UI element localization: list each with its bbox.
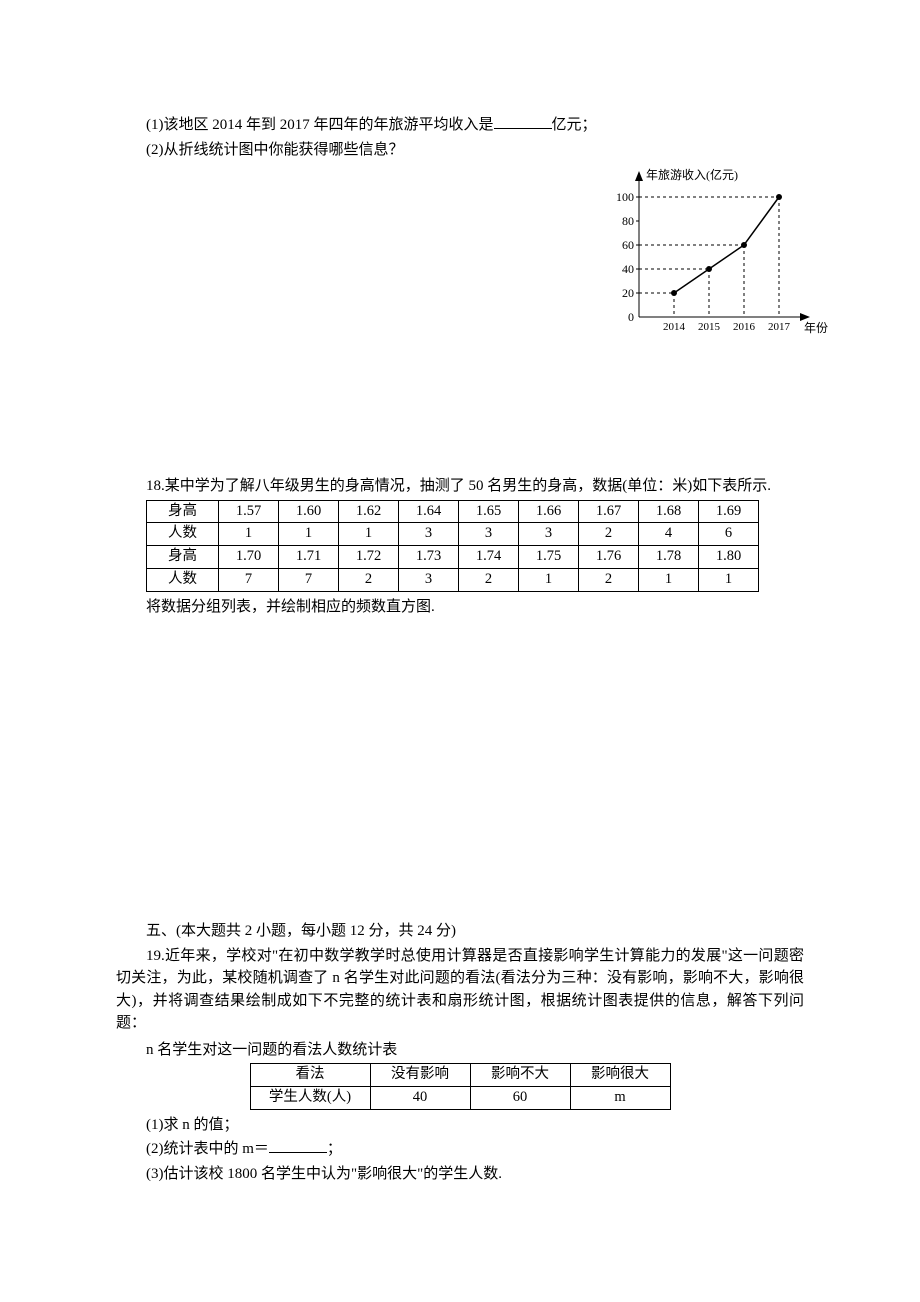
q19-intro: 19.近年来，学校对"在初中数学教学时总使用计算器是否直接影响学生计算能力的发展… <box>116 945 804 1035</box>
q17-chart: 年旅游收入(亿元) 年份 0 20 40 60 80 100 2014 2015… <box>604 167 834 347</box>
ytick-40: 40 <box>622 262 634 276</box>
q18-after: 将数据分组列表，并绘制相应的频数直方图. <box>116 596 804 619</box>
cell: 1.60 <box>279 500 339 523</box>
y-axis-label: 年旅游收入(亿元) <box>646 167 738 182</box>
q17-part1: (1)该地区 2014 年到 2017 年四年的年旅游平均收入是 亿元； <box>116 114 804 137</box>
table-row: 看法 没有影响 影响不大 影响很大 <box>250 1064 670 1087</box>
table-row: 人数 7 7 2 3 2 1 2 1 1 <box>147 568 759 591</box>
cell-lbl: 人数 <box>147 523 219 546</box>
table-row: 身高 1.57 1.60 1.62 1.64 1.65 1.66 1.67 1.… <box>147 500 759 523</box>
q19-blank <box>269 1138 327 1153</box>
cell: 1.72 <box>339 546 399 569</box>
cell: 1.69 <box>699 500 759 523</box>
cell: 1.78 <box>639 546 699 569</box>
q19-table: 看法 没有影响 影响不大 影响很大 学生人数(人) 40 60 m <box>250 1063 671 1110</box>
cell: 2 <box>579 523 639 546</box>
q17-part2: (2)从折线统计图中你能获得哪些信息？ <box>116 139 804 162</box>
cell: 7 <box>219 568 279 591</box>
cell: 7 <box>279 568 339 591</box>
section5-heading: 五、(本大题共 2 小题，每小题 12 分，共 24 分) <box>116 920 804 943</box>
cell: 3 <box>519 523 579 546</box>
cell: 没有影响 <box>370 1064 470 1087</box>
cell: 2 <box>459 568 519 591</box>
cell: 1 <box>639 568 699 591</box>
cell: 1.75 <box>519 546 579 569</box>
cell: 影响不大 <box>470 1064 570 1087</box>
cell: 1 <box>699 568 759 591</box>
cell: 1 <box>519 568 579 591</box>
q18-table: 身高 1.57 1.60 1.62 1.64 1.65 1.66 1.67 1.… <box>146 500 759 592</box>
cell: 3 <box>459 523 519 546</box>
cell-lbl: 身高 <box>147 546 219 569</box>
cell: 3 <box>399 523 459 546</box>
cell: 1.67 <box>579 500 639 523</box>
table-row: 人数 1 1 1 3 3 3 2 4 6 <box>147 523 759 546</box>
cell: 1.80 <box>699 546 759 569</box>
xtick-2015: 2015 <box>698 321 721 333</box>
q19-sub3: (3)估计该校 1800 名学生中认为"影响很大"的学生人数. <box>116 1163 804 1186</box>
cell-lbl: 身高 <box>147 500 219 523</box>
q19-table-title: n 名学生对这一问题的看法人数统计表 <box>116 1039 804 1062</box>
cell-lbl: 人数 <box>147 568 219 591</box>
cell: 1.57 <box>219 500 279 523</box>
cell: 3 <box>399 568 459 591</box>
ytick-80: 80 <box>622 214 634 228</box>
cell: 1.73 <box>399 546 459 569</box>
cell: 1.65 <box>459 500 519 523</box>
cell: 1.70 <box>219 546 279 569</box>
cell: 2 <box>579 568 639 591</box>
q17-blank <box>494 114 552 129</box>
q19-sub2: (2)统计表中的 m＝ ； <box>116 1138 804 1161</box>
cell: 1.66 <box>519 500 579 523</box>
q17-p1b: 亿元； <box>552 117 597 133</box>
x-axis-label: 年份 <box>804 321 828 335</box>
cell: 1 <box>279 523 339 546</box>
q19-q2b: ； <box>327 1141 342 1157</box>
xtick-2016: 2016 <box>733 321 756 333</box>
cell: 1.64 <box>399 500 459 523</box>
cell: 影响很大 <box>570 1064 670 1087</box>
q17-p1a: (1)该地区 2014 年到 2017 年四年的年旅游平均收入是 <box>146 117 494 133</box>
cell: 1.74 <box>459 546 519 569</box>
cell: 1 <box>339 523 399 546</box>
xtick-2017: 2017 <box>768 321 791 333</box>
cell: 2 <box>339 568 399 591</box>
cell: 4 <box>639 523 699 546</box>
cell: 学生人数(人) <box>250 1086 370 1109</box>
cell: 40 <box>370 1086 470 1109</box>
line-chart-svg: 年旅游收入(亿元) 年份 0 20 40 60 80 100 2014 2015… <box>604 167 834 347</box>
ytick-60: 60 <box>622 238 634 252</box>
cell: 1.62 <box>339 500 399 523</box>
cell: 看法 <box>250 1064 370 1087</box>
cell: 6 <box>699 523 759 546</box>
q19-q2a: (2)统计表中的 m＝ <box>146 1141 269 1157</box>
cell: 1 <box>219 523 279 546</box>
q18-intro: 18.某中学为了解八年级男生的身高情况，抽测了 50 名男生的身高，数据(单位：… <box>116 475 804 498</box>
cell: 1.76 <box>579 546 639 569</box>
cell: 60 <box>470 1086 570 1109</box>
cell: m <box>570 1086 670 1109</box>
table-row: 学生人数(人) 40 60 m <box>250 1086 670 1109</box>
cell: 1.68 <box>639 500 699 523</box>
ytick-0: 0 <box>628 310 634 324</box>
table-row: 身高 1.70 1.71 1.72 1.73 1.74 1.75 1.76 1.… <box>147 546 759 569</box>
ytick-100: 100 <box>616 190 634 204</box>
q19-sub1: (1)求 n 的值； <box>116 1114 804 1137</box>
ytick-20: 20 <box>622 286 634 300</box>
cell: 1.71 <box>279 546 339 569</box>
xtick-2014: 2014 <box>663 321 686 333</box>
